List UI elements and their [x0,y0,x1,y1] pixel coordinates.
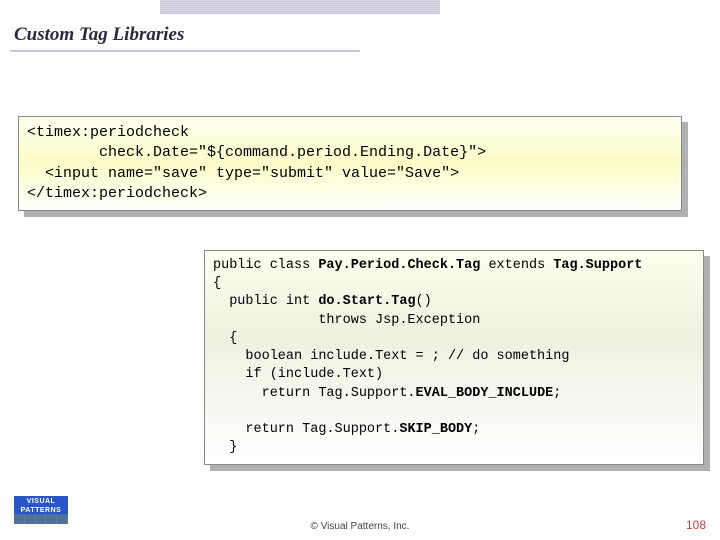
logo-text-1: VISUAL [14,497,68,506]
c2-l3c: () [416,294,432,309]
c2-l8a: return Tag.Support. [213,386,416,401]
c2-l1b: Pay.Period.Check.Tag [318,258,480,273]
c2-l10b: SKIP_BODY [399,422,472,437]
code-box-2: public class Pay.Period.Check.Tag extend… [204,250,704,465]
c2-l7: if (include.Text) [213,367,383,382]
c2-l5: { [213,331,237,346]
c2-l10a: return Tag.Support. [213,422,399,437]
code-box-1: <timex:periodcheck check.Date="${command… [18,116,682,211]
c2-l3a: public int [213,294,318,309]
page-number: 108 [686,518,706,532]
code1-line1: <timex:periodcheck [27,124,189,141]
c2-l8c: ; [553,386,561,401]
c2-l8b: EVAL_BODY_INCLUDE [416,386,554,401]
c2-l1c: extends [480,258,553,273]
c2-l4: throws Jsp.Exception [213,313,480,328]
code1-line4: </timex:periodcheck> [27,185,207,202]
c2-l11: } [213,440,237,455]
c2-l1a: public class [213,258,318,273]
decorative-top-bar [160,0,440,14]
title-underline [10,50,360,52]
c2-l1d: Tag.Support [553,258,642,273]
c2-l2: { [213,276,221,291]
c2-l6: boolean include.Text = ; // do something [213,349,569,364]
c2-l10c: ; [472,422,480,437]
c2-l3b: do.Start.Tag [318,294,415,309]
code1-line2: check.Date="${command.period.Ending.Date… [27,144,486,161]
slide-title: Custom Tag Libraries [14,24,184,46]
code1-line3: <input name="save" type="submit" value="… [27,165,459,182]
footer-copyright: © Visual Patterns, Inc. [0,521,720,532]
logo-text: VISUAL PATTERNS [14,496,68,514]
